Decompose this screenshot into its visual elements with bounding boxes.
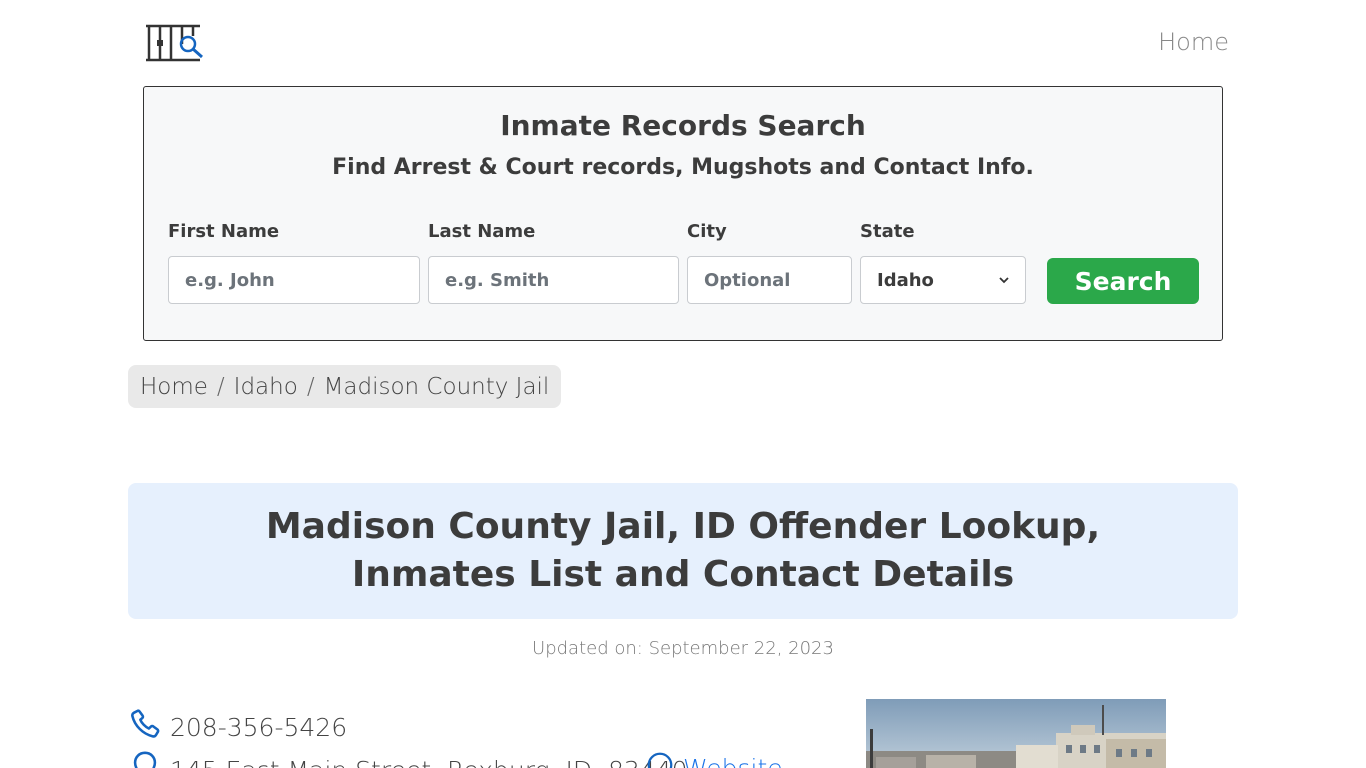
city-label: City	[687, 221, 727, 242]
breadcrumb-separator: /	[306, 373, 315, 400]
address-row: 145 East Main Street, Rexburg, ID, 83440	[128, 750, 688, 768]
search-panel-subtitle: Find Arrest & Court records, Mugshots an…	[332, 155, 1034, 180]
breadcrumb-home[interactable]: Home	[140, 374, 208, 400]
inmate-search-panel: Inmate Records Search Find Arrest & Cour…	[143, 86, 1223, 341]
phone-icon	[128, 707, 162, 747]
first-name-input[interactable]	[168, 256, 420, 304]
location-icon	[128, 750, 162, 768]
page-title-banner: Madison County Jail, ID Offender Lookup,…	[128, 483, 1238, 619]
website-link[interactable]: Website	[645, 750, 783, 768]
chevron-down-icon	[999, 273, 1009, 288]
globe-icon	[645, 750, 675, 768]
updated-date: Updated on: September 22, 2023	[532, 638, 834, 659]
search-button[interactable]: Search	[1047, 258, 1199, 304]
address-text: 145 East Main Street, Rexburg, ID, 83440	[170, 756, 688, 768]
breadcrumb: Home / Idaho / Madison County Jail	[128, 365, 562, 408]
breadcrumb-current: Madison County Jail	[323, 373, 550, 400]
last-name-input[interactable]	[428, 256, 679, 304]
site-logo[interactable]	[144, 22, 206, 64]
breadcrumb-separator: /	[216, 373, 225, 400]
last-name-label: Last Name	[428, 221, 536, 242]
phone-row[interactable]: 208-356-5426	[128, 707, 347, 747]
phone-number: 208-356-5426	[170, 712, 348, 742]
website-label: Website	[683, 753, 783, 768]
jail-search-logo-icon	[146, 24, 203, 62]
jail-building-photo	[866, 699, 1166, 768]
state-select[interactable]: Idaho	[860, 256, 1026, 304]
nav-home-link[interactable]: Home	[1158, 28, 1229, 56]
city-input[interactable]	[687, 256, 852, 304]
breadcrumb-state[interactable]: Idaho	[234, 374, 298, 400]
page-title: Madison County Jail, ID Offender Lookup,…	[265, 506, 1101, 595]
state-select-value: Idaho	[877, 269, 934, 291]
state-label: State	[860, 221, 915, 242]
first-name-label: First Name	[168, 221, 280, 242]
search-panel-title: Inmate Records Search	[500, 109, 866, 142]
